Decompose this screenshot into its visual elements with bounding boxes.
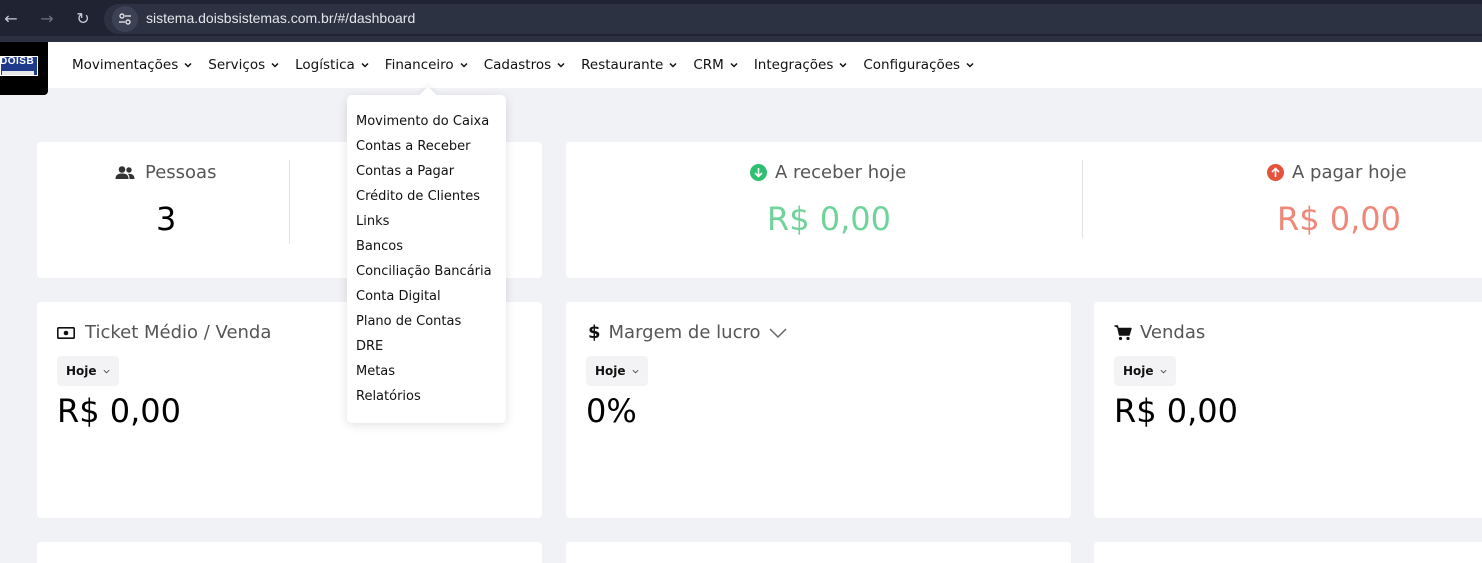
financial-summary-card: A receber hoje R$ 0,00 A pagar hoje R$ 0…: [566, 142, 1482, 278]
menu-label: Serviços: [208, 57, 266, 73]
receber-title: A receber hoje: [750, 162, 906, 183]
margem-lucro-value: 0%: [586, 392, 637, 430]
lower-card: [1094, 542, 1482, 563]
pagar-title: A pagar hoje: [1267, 162, 1407, 183]
chevron-down-icon: [669, 62, 677, 68]
chevron-down-icon: [103, 369, 110, 374]
menu-label: Configurações: [863, 57, 961, 73]
url-text[interactable]: sistema.doisbsistemas.com.br/#/dashboard: [146, 10, 415, 26]
arrow-up-circle-icon: [1267, 164, 1284, 181]
pagar-value: R$ 0,00: [1277, 200, 1402, 238]
receber-label: A receber hoje: [775, 162, 907, 183]
dropdown-item-movimento-caixa[interactable]: Movimento do Caixa: [356, 114, 489, 129]
dropdown-item-contas-receber[interactable]: Contas a Receber: [356, 139, 471, 154]
arrow-left-icon[interactable]: ←: [0, 8, 22, 30]
users-icon: [115, 165, 135, 179]
menu-servicos[interactable]: Serviços: [208, 57, 279, 73]
menu-financeiro[interactable]: Financeiro: [385, 57, 468, 73]
dropdown-item-bancos[interactable]: Bancos: [356, 239, 403, 254]
vendas-title: Vendas: [1114, 322, 1205, 343]
financeiro-dropdown-menu: Movimento do Caixa Contas a Receber Cont…: [347, 86, 506, 423]
pessoas-title: Pessoas: [115, 162, 216, 183]
menu-integracoes[interactable]: Integrações: [754, 57, 848, 73]
chevron-down-icon: [769, 327, 788, 338]
margem-lucro-title[interactable]: $ Margem de lucro: [588, 322, 788, 343]
menu-label: Movimentações: [72, 57, 179, 73]
period-filter-select[interactable]: Hoje: [57, 356, 119, 386]
menu-configuracoes[interactable]: Configurações: [863, 57, 974, 73]
browser-toolbar: ← → ↻ sistema.doisbsistemas.com.br/#/das…: [0, 0, 1482, 42]
dropdown-item-metas[interactable]: Metas: [356, 364, 395, 379]
menu-label: Restaurante: [581, 57, 664, 73]
period-filter-select[interactable]: Hoje: [586, 356, 648, 386]
main-menu: Movimentações Serviços Logística Finance…: [72, 42, 990, 88]
dropdown-item-credito-clientes[interactable]: Crédito de Clientes: [356, 189, 480, 204]
chevron-down-icon: [1160, 369, 1167, 374]
tune-icon: [119, 13, 131, 25]
menu-label: CRM: [693, 57, 724, 73]
ticket-medio-label: Ticket Médio / Venda: [85, 322, 272, 343]
logo-text: DOISB: [0, 56, 35, 67]
card-divider: [1082, 160, 1083, 238]
dropdown-item-dre[interactable]: DRE: [356, 339, 383, 354]
menu-label: Logística: [295, 57, 355, 73]
pessoas-label: Pessoas: [145, 162, 217, 183]
chevron-down-icon: [271, 62, 279, 68]
lower-card: [566, 542, 1071, 563]
arrow-down-circle-icon: [750, 164, 767, 181]
dropdown-item-links[interactable]: Links: [356, 214, 389, 229]
menu-restaurante[interactable]: Restaurante: [581, 57, 677, 73]
brand-logo[interactable]: DOISB: [0, 42, 48, 95]
menu-cadastros[interactable]: Cadastros: [484, 57, 565, 73]
vendas-card: Vendas Hoje R$ 0,00: [1094, 302, 1482, 518]
ticket-medio-value: R$ 0,00: [57, 392, 182, 430]
dropdown-item-relatorios[interactable]: Relatórios: [356, 389, 421, 404]
menu-logistica[interactable]: Logística: [295, 57, 369, 73]
menu-label: Cadastros: [483, 57, 552, 73]
chevron-down-icon: [730, 62, 738, 68]
chevron-down-icon: [632, 369, 639, 374]
margem-lucro-card: $ Margem de lucro Hoje 0%: [566, 302, 1071, 518]
menu-label: Financeiro: [384, 57, 454, 73]
site-info-button[interactable]: [112, 6, 138, 32]
dropdown-item-plano-contas[interactable]: Plano de Contas: [356, 314, 461, 329]
margem-lucro-label: Margem de lucro: [608, 322, 761, 343]
dollar-icon: $: [588, 322, 601, 343]
period-filter-select[interactable]: Hoje: [1114, 356, 1176, 386]
period-filter-label: Hoje: [1123, 364, 1154, 378]
arrow-right-icon[interactable]: →: [36, 8, 58, 30]
dropdown-caret: [419, 86, 437, 104]
menu-movimentacoes[interactable]: Movimentações: [72, 57, 192, 73]
vendas-label: Vendas: [1140, 322, 1206, 343]
ticket-medio-title: Ticket Médio / Venda: [57, 322, 271, 343]
cart-icon: [1114, 324, 1132, 340]
receber-value: R$ 0,00: [767, 200, 892, 238]
chevron-down-icon: [460, 62, 468, 68]
card-divider: [289, 160, 290, 244]
chevron-down-icon: [839, 62, 847, 68]
lower-card: [37, 542, 542, 563]
chevron-down-icon: [966, 62, 974, 68]
period-filter-label: Hoje: [66, 364, 97, 378]
pagar-label: A pagar hoje: [1292, 162, 1407, 183]
dropdown-item-conciliacao-bancaria[interactable]: Conciliação Bancária: [356, 264, 492, 279]
chevron-down-icon: [557, 62, 565, 68]
menu-label: Integrações: [753, 57, 834, 73]
chevron-down-icon: [361, 62, 369, 68]
menu-crm[interactable]: CRM: [693, 57, 738, 73]
pessoas-count: 3: [156, 200, 177, 238]
logo-subtitle-bar: [2, 71, 34, 75]
money-icon: [57, 326, 75, 339]
vendas-value: R$ 0,00: [1114, 392, 1239, 430]
reload-icon[interactable]: ↻: [72, 8, 94, 30]
period-filter-label: Hoje: [595, 364, 626, 378]
chevron-down-icon: [184, 62, 192, 68]
dropdown-item-conta-digital[interactable]: Conta Digital: [356, 289, 441, 304]
dropdown-item-contas-pagar[interactable]: Contas a Pagar: [356, 164, 454, 179]
